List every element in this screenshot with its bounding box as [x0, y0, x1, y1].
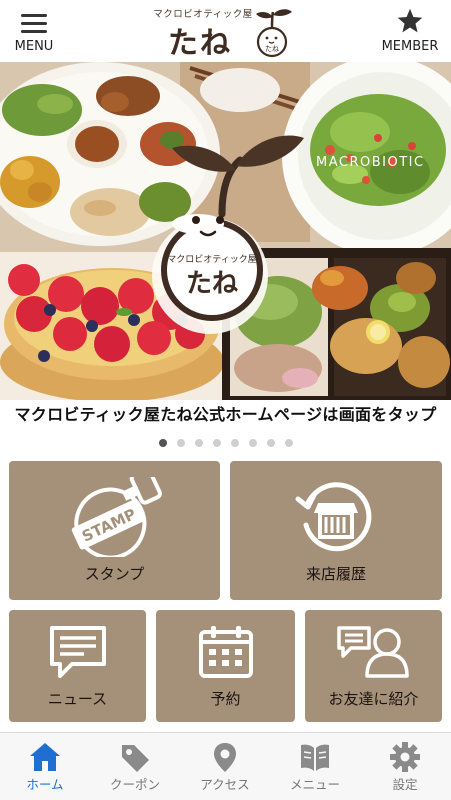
carousel-dot[interactable]: [230, 439, 239, 447]
nav-home[interactable]: ホーム: [0, 733, 90, 800]
map-pin-icon: [214, 743, 236, 772]
nav-coupon-label: クーポン: [109, 777, 160, 792]
carousel-dot[interactable]: [158, 439, 167, 447]
hero-image: マクロビオティック屋 たね MACROBIOTIC: [0, 62, 451, 400]
carousel-indicator[interactable]: [0, 432, 451, 447]
nav-settings-label: 設定: [392, 777, 418, 792]
home-icon: [30, 743, 60, 771]
hero-mascot-title: たね: [186, 269, 238, 299]
menu-label: MENU: [14, 39, 54, 54]
nav-access-label: アクセス: [200, 777, 250, 792]
app-header: MENU マクロビオティック屋 たね たね MEMBER: [0, 0, 451, 62]
nav-access[interactable]: アクセス: [180, 733, 270, 800]
svg-text:たね: たね: [265, 45, 279, 53]
logo-title: たね: [168, 26, 232, 61]
carousel-dot[interactable]: [284, 439, 293, 447]
stamp-icon: STAMP: [71, 477, 162, 557]
invite-friend-tile[interactable]: お友達に紹介: [305, 610, 442, 722]
mascot-icon: たね: [256, 9, 292, 58]
stamp-tile-label: スタンプ: [84, 565, 145, 583]
menu-button[interactable]: MENU: [8, 8, 60, 56]
news-tile[interactable]: ニュース: [9, 610, 146, 722]
hero-overlay-text: MACROBIOTIC: [316, 155, 425, 170]
hero-banner[interactable]: マクロビオティック屋 たね MACROBIOTIC: [0, 62, 451, 400]
nav-coupon[interactable]: クーポン: [90, 733, 180, 800]
news-tile-label: ニュース: [47, 690, 108, 708]
star-icon: [397, 8, 423, 33]
nav-home-label: ホーム: [26, 777, 64, 792]
news-icon: [50, 626, 106, 678]
bottom-navigation: ホーム クーポン アクセス メニュー 設定: [0, 732, 451, 800]
calendar-icon: [199, 626, 253, 678]
book-icon: [301, 744, 329, 771]
hero-mascot-subtitle: マクロビオティック屋: [167, 254, 256, 265]
nav-menu-label: メニュー: [289, 777, 340, 792]
carousel-dot[interactable]: [212, 439, 221, 447]
coupon-icon: [122, 745, 149, 772]
hamburger-icon: [21, 14, 47, 34]
carousel-dot[interactable]: [248, 439, 257, 447]
visit-history-tile[interactable]: 来店履歴: [230, 461, 442, 600]
reservation-tile[interactable]: 予約: [156, 610, 295, 722]
invite-friend-tile-label: お友達に紹介: [328, 690, 419, 708]
gear-icon: [390, 742, 420, 772]
hero-caption[interactable]: マクロビティック屋たね公式ホームページは画面をタップ: [0, 400, 451, 430]
member-label: MEMBER: [381, 39, 439, 54]
friend-icon: [337, 626, 409, 678]
carousel-dot[interactable]: [176, 439, 185, 447]
member-button[interactable]: MEMBER: [377, 6, 443, 56]
reservation-tile-label: 予約: [210, 690, 241, 708]
carousel-dot[interactable]: [194, 439, 203, 447]
carousel-dot[interactable]: [266, 439, 275, 447]
shop-history-icon: [295, 482, 372, 552]
app-logo: マクロビオティック屋 たね たね: [148, 2, 303, 61]
stamp-tile[interactable]: STAMP スタンプ: [9, 461, 220, 600]
visit-history-tile-label: 来店履歴: [305, 565, 366, 583]
nav-menu[interactable]: メニュー: [270, 733, 360, 800]
nav-settings[interactable]: 設定: [360, 733, 450, 800]
